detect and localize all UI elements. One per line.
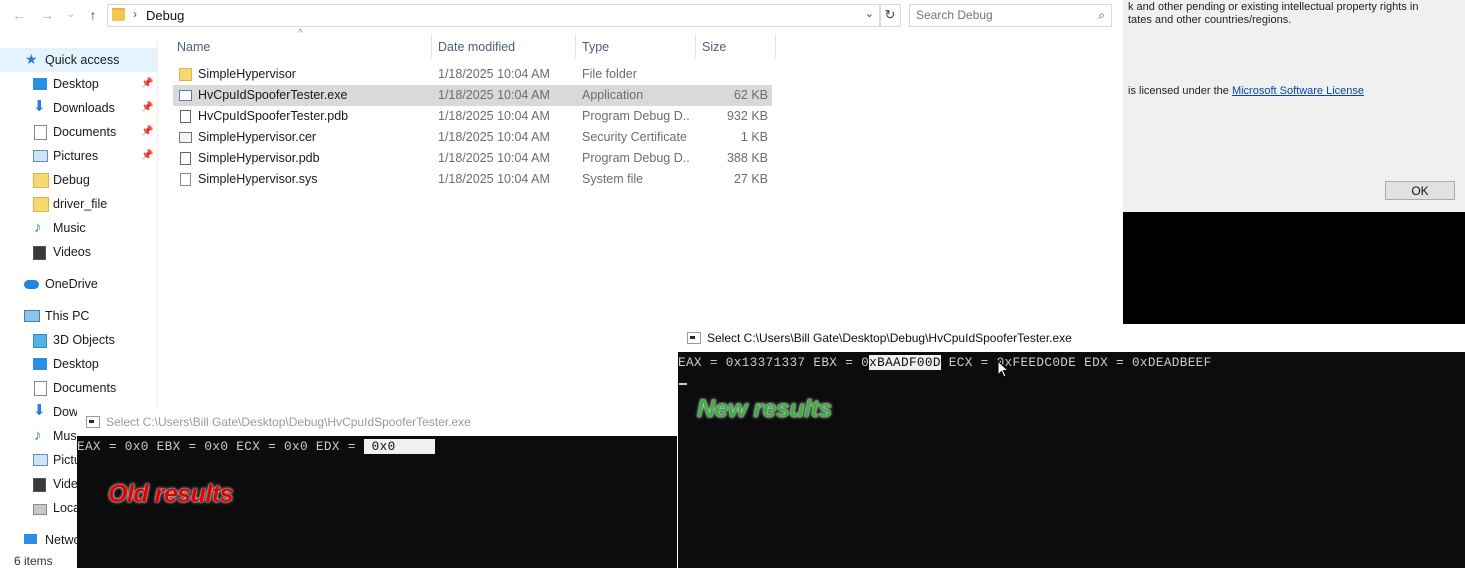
file-row[interactable]: SimpleHypervisor 1/18/2025 10:04 AM File… — [173, 64, 772, 85]
file-row[interactable]: SimpleHypervisor.cer 1/18/2025 10:04 AM … — [173, 127, 772, 148]
nav-item-pc-desktop[interactable]: Desktop — [0, 352, 157, 376]
console-title-bar[interactable]: Select C:\Users\Bill Gate\Desktop\Debug\… — [678, 324, 1465, 352]
column-divider[interactable] — [431, 34, 432, 58]
column-header-name[interactable]: Name — [177, 37, 210, 57]
sort-ascending-icon: ^ — [298, 28, 303, 39]
forward-arrow-icon[interactable]: → — [37, 5, 57, 25]
column-header-date[interactable]: Date modified — [438, 37, 515, 57]
console-window-new[interactable]: Select C:\Users\Bill Gate\Desktop\Debug\… — [678, 324, 1465, 568]
cube-icon — [33, 334, 47, 348]
folder-icon — [33, 173, 49, 188]
old-results-annotation: Old results — [108, 480, 234, 508]
console-title: Select C:\Users\Bill Gate\Desktop\Debug\… — [106, 415, 471, 429]
system-file-icon — [180, 173, 191, 186]
application-icon — [179, 90, 192, 101]
pin-icon[interactable]: 📌 — [141, 96, 153, 120]
folder-icon — [33, 197, 49, 212]
nav-item-pc-documents[interactable]: Documents — [0, 376, 157, 400]
nav-item-driver-file[interactable]: driver_file — [0, 192, 157, 216]
videos-icon — [33, 246, 46, 260]
file-row[interactable]: SimpleHypervisor.pdb 1/18/2025 10:04 AM … — [173, 148, 772, 169]
recent-locations-chevron-icon[interactable]: ⌄ — [61, 5, 81, 25]
star-icon: ★ — [25, 51, 38, 67]
console-title-bar[interactable]: Select C:\Users\Bill Gate\Desktop\Debug\… — [77, 408, 677, 436]
new-results-annotation: New results — [697, 395, 832, 423]
nav-item-videos[interactable]: Videos — [0, 240, 157, 264]
address-bar-row: ← → ⌄ ↑ › Debug ⌄ ↻ ⌕ — [0, 0, 1122, 30]
certificate-icon — [179, 132, 192, 143]
file-row[interactable]: SimpleHypervisor.sys 1/18/2025 10:04 AM … — [173, 169, 772, 190]
desktop-icon — [33, 358, 47, 370]
console-title: Select C:\Users\Bill Gate\Desktop\Debug\… — [707, 331, 1072, 345]
selected-text: xBAADF00D — [869, 355, 941, 370]
nav-item-downloads[interactable]: ⬇ Downloads 📌 — [0, 96, 157, 120]
status-item-count: 6 items — [14, 554, 53, 568]
mouse-pointer-icon — [997, 360, 1009, 378]
background-console-area — [1123, 212, 1465, 324]
nav-item-onedrive[interactable]: OneDrive — [0, 272, 157, 296]
network-icon — [24, 534, 37, 544]
documents-icon — [34, 381, 47, 396]
videos-icon — [33, 478, 46, 492]
file-row-selected[interactable]: HvCpuIdSpooferTester.exe 1/18/2025 10:04… — [173, 85, 772, 106]
nav-item-3d-objects[interactable]: 3D Objects — [0, 328, 157, 352]
nav-item-debug[interactable]: Debug — [0, 168, 157, 192]
pdb-icon — [180, 110, 191, 123]
back-arrow-icon[interactable]: ← — [9, 5, 29, 25]
column-divider[interactable] — [575, 34, 576, 58]
computer-icon — [24, 310, 40, 322]
console-icon — [86, 416, 100, 428]
license-dialog: k and other pending or existing intellec… — [1123, 0, 1465, 212]
drive-icon — [33, 504, 47, 515]
column-divider[interactable] — [695, 34, 696, 58]
column-header-type[interactable]: Type — [582, 37, 609, 57]
desktop-icon — [33, 78, 47, 90]
ok-button[interactable]: OK — [1385, 181, 1455, 200]
file-row[interactable]: HvCpuIdSpooferTester.pdb 1/18/2025 10:04… — [173, 106, 772, 127]
nav-item-desktop[interactable]: Desktop 📌 — [0, 72, 157, 96]
search-input[interactable] — [916, 7, 1086, 23]
pin-icon[interactable]: 📌 — [141, 144, 153, 168]
nav-item-this-pc[interactable]: This PC — [0, 304, 157, 328]
chevron-down-icon[interactable]: ⌄ — [865, 7, 874, 20]
pdb-icon — [180, 152, 191, 165]
download-icon: ⬇ — [33, 98, 46, 115]
license-text-line: k and other pending or existing intellec… — [1128, 1, 1419, 13]
music-icon: ♪ — [34, 427, 42, 444]
nav-item-pictures[interactable]: Pictures 📌 — [0, 144, 157, 168]
selected-text: 0x0 — [363, 439, 436, 454]
folder-icon — [179, 68, 192, 81]
search-icon[interactable]: ⌕ — [1098, 8, 1105, 23]
cloud-icon — [24, 280, 39, 289]
column-divider[interactable] — [775, 34, 776, 58]
console-window-old[interactable]: Select C:\Users\Bill Gate\Desktop\Debug\… — [77, 408, 677, 568]
column-header-size[interactable]: Size — [702, 37, 726, 57]
license-text-line: tates and other countries/regions. — [1128, 14, 1292, 26]
console-icon — [687, 332, 701, 344]
breadcrumb-chevron[interactable]: › — [133, 7, 137, 21]
address-box[interactable]: › Debug ⌄ — [107, 4, 881, 27]
documents-icon — [34, 125, 47, 140]
license-text-line: is licensed under the Microsoft Software… — [1128, 85, 1365, 97]
nav-item-quick-access[interactable]: ★ Quick access — [0, 48, 157, 72]
nav-item-music[interactable]: ♪ Music — [0, 216, 157, 240]
folder-icon — [112, 8, 125, 21]
refresh-icon[interactable]: ↻ — [879, 4, 901, 27]
console-output[interactable]: EAX = 0x13371337 EBX = 0xBAADF00D ECX = … — [678, 355, 1212, 370]
console-output[interactable]: EAX = 0x0 EBX = 0x0 ECX = 0x0 EDX = 0x0 — [77, 439, 436, 454]
search-field[interactable]: ⌕ — [909, 4, 1112, 27]
pictures-icon — [33, 454, 48, 466]
download-icon: ⬇ — [33, 402, 46, 419]
pin-icon[interactable]: 📌 — [141, 120, 153, 144]
breadcrumb-current[interactable]: Debug — [146, 8, 184, 23]
license-link[interactable]: Microsoft Software License — [1232, 85, 1364, 97]
pin-icon[interactable]: 📌 — [141, 72, 153, 96]
music-icon: ♪ — [34, 219, 42, 236]
nav-item-documents[interactable]: Documents 📌 — [0, 120, 157, 144]
pictures-icon — [33, 150, 48, 162]
up-arrow-icon[interactable]: ↑ — [83, 5, 103, 25]
text-cursor — [679, 383, 687, 385]
